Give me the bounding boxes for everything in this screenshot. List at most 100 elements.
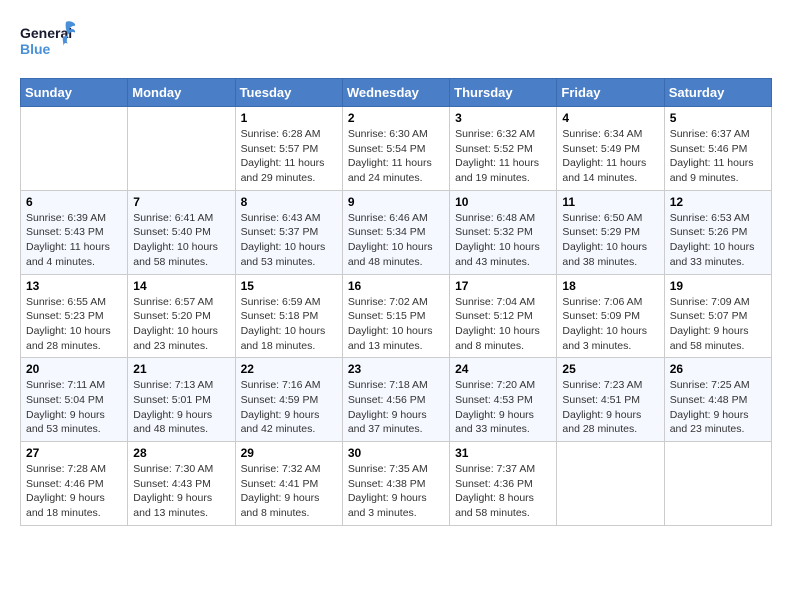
day-number: 29: [241, 446, 337, 460]
day-info: Sunrise: 7:20 AMSunset: 4:53 PMDaylight:…: [455, 378, 551, 437]
logo-bird-icon: General Blue: [20, 20, 75, 68]
calendar-cell: 9 Sunrise: 6:46 AMSunset: 5:34 PMDaylight…: [342, 190, 449, 274]
day-number: 30: [348, 446, 444, 460]
day-number: 21: [133, 362, 229, 376]
day-info: Sunrise: 6:30 AMSunset: 5:54 PMDaylight:…: [348, 127, 444, 186]
calendar-cell: 3 Sunrise: 6:32 AMSunset: 5:52 PMDaylight…: [450, 107, 557, 191]
calendar-cell: 19 Sunrise: 7:09 AMSunset: 5:07 PMDayligh…: [664, 274, 771, 358]
day-info: Sunrise: 7:23 AMSunset: 4:51 PMDaylight:…: [562, 378, 658, 437]
day-info: Sunrise: 7:02 AMSunset: 5:15 PMDaylight:…: [348, 295, 444, 354]
calendar-cell: 29 Sunrise: 7:32 AMSunset: 4:41 PMDayligh…: [235, 442, 342, 526]
day-info: Sunrise: 6:41 AMSunset: 5:40 PMDaylight:…: [133, 211, 229, 270]
day-number: 18: [562, 279, 658, 293]
calendar-cell: 28 Sunrise: 7:30 AMSunset: 4:43 PMDayligh…: [128, 442, 235, 526]
logo-wrapper: General Blue: [20, 20, 75, 68]
day-number: 24: [455, 362, 551, 376]
logo: General Blue: [20, 20, 75, 68]
day-number: 17: [455, 279, 551, 293]
weekday-header: Tuesday: [235, 79, 342, 107]
day-number: 16: [348, 279, 444, 293]
calendar-cell: 23 Sunrise: 7:18 AMSunset: 4:56 PMDayligh…: [342, 358, 449, 442]
calendar-cell: [128, 107, 235, 191]
day-number: 13: [26, 279, 122, 293]
calendar-cell: 2 Sunrise: 6:30 AMSunset: 5:54 PMDaylight…: [342, 107, 449, 191]
day-info: Sunrise: 7:25 AMSunset: 4:48 PMDaylight:…: [670, 378, 766, 437]
calendar-cell: 16 Sunrise: 7:02 AMSunset: 5:15 PMDayligh…: [342, 274, 449, 358]
day-number: 9: [348, 195, 444, 209]
day-number: 28: [133, 446, 229, 460]
day-number: 14: [133, 279, 229, 293]
day-info: Sunrise: 7:18 AMSunset: 4:56 PMDaylight:…: [348, 378, 444, 437]
day-info: Sunrise: 7:16 AMSunset: 4:59 PMDaylight:…: [241, 378, 337, 437]
day-info: Sunrise: 7:30 AMSunset: 4:43 PMDaylight:…: [133, 462, 229, 521]
weekday-header-row: SundayMondayTuesdayWednesdayThursdayFrid…: [21, 79, 772, 107]
day-info: Sunrise: 6:46 AMSunset: 5:34 PMDaylight:…: [348, 211, 444, 270]
calendar-cell: 24 Sunrise: 7:20 AMSunset: 4:53 PMDayligh…: [450, 358, 557, 442]
day-number: 27: [26, 446, 122, 460]
day-number: 23: [348, 362, 444, 376]
day-info: Sunrise: 7:11 AMSunset: 5:04 PMDaylight:…: [26, 378, 122, 437]
day-number: 3: [455, 111, 551, 125]
day-info: Sunrise: 6:48 AMSunset: 5:32 PMDaylight:…: [455, 211, 551, 270]
weekday-header: Thursday: [450, 79, 557, 107]
day-number: 19: [670, 279, 766, 293]
day-info: Sunrise: 6:28 AMSunset: 5:57 PMDaylight:…: [241, 127, 337, 186]
svg-text:Blue: Blue: [20, 41, 51, 57]
day-info: Sunrise: 6:32 AMSunset: 5:52 PMDaylight:…: [455, 127, 551, 186]
calendar-cell: 6 Sunrise: 6:39 AMSunset: 5:43 PMDaylight…: [21, 190, 128, 274]
calendar-cell: [21, 107, 128, 191]
day-info: Sunrise: 7:04 AMSunset: 5:12 PMDaylight:…: [455, 295, 551, 354]
calendar-cell: 20 Sunrise: 7:11 AMSunset: 5:04 PMDayligh…: [21, 358, 128, 442]
day-number: 6: [26, 195, 122, 209]
day-number: 25: [562, 362, 658, 376]
day-info: Sunrise: 6:55 AMSunset: 5:23 PMDaylight:…: [26, 295, 122, 354]
day-info: Sunrise: 6:57 AMSunset: 5:20 PMDaylight:…: [133, 295, 229, 354]
day-number: 12: [670, 195, 766, 209]
day-info: Sunrise: 6:43 AMSunset: 5:37 PMDaylight:…: [241, 211, 337, 270]
day-info: Sunrise: 6:50 AMSunset: 5:29 PMDaylight:…: [562, 211, 658, 270]
day-info: Sunrise: 7:32 AMSunset: 4:41 PMDaylight:…: [241, 462, 337, 521]
day-number: 15: [241, 279, 337, 293]
calendar-cell: 11 Sunrise: 6:50 AMSunset: 5:29 PMDayligh…: [557, 190, 664, 274]
day-info: Sunrise: 6:39 AMSunset: 5:43 PMDaylight:…: [26, 211, 122, 270]
calendar-cell: 5 Sunrise: 6:37 AMSunset: 5:46 PMDaylight…: [664, 107, 771, 191]
calendar-cell: 18Sunrise: 7:06 AMSunset: 5:09 PMDayligh…: [557, 274, 664, 358]
calendar-cell: 10 Sunrise: 6:48 AMSunset: 5:32 PMDayligh…: [450, 190, 557, 274]
calendar-cell: 25 Sunrise: 7:23 AMSunset: 4:51 PMDayligh…: [557, 358, 664, 442]
day-number: 20: [26, 362, 122, 376]
calendar-week-row: 27Sunrise: 7:28 AMSunset: 4:46 PMDayligh…: [21, 442, 772, 526]
calendar-cell: 14 Sunrise: 6:57 AMSunset: 5:20 PMDayligh…: [128, 274, 235, 358]
day-number: 8: [241, 195, 337, 209]
calendar-week-row: 1 Sunrise: 6:28 AMSunset: 5:57 PMDaylight…: [21, 107, 772, 191]
calendar-cell: 8 Sunrise: 6:43 AMSunset: 5:37 PMDaylight…: [235, 190, 342, 274]
weekday-header: Monday: [128, 79, 235, 107]
day-info: Sunrise: 7:13 AMSunset: 5:01 PMDaylight:…: [133, 378, 229, 437]
calendar-cell: [664, 442, 771, 526]
day-number: 1: [241, 111, 337, 125]
day-number: 10: [455, 195, 551, 209]
calendar-cell: 4 Sunrise: 6:34 AMSunset: 5:49 PMDaylight…: [557, 107, 664, 191]
weekday-header: Sunday: [21, 79, 128, 107]
day-info: Sunrise: 7:09 AMSunset: 5:07 PMDaylight:…: [670, 295, 766, 354]
day-info: Sunrise: 6:53 AMSunset: 5:26 PMDaylight:…: [670, 211, 766, 270]
day-number: 5: [670, 111, 766, 125]
calendar-cell: 26Sunrise: 7:25 AMSunset: 4:48 PMDayligh…: [664, 358, 771, 442]
day-info: Sunrise: 6:34 AMSunset: 5:49 PMDaylight:…: [562, 127, 658, 186]
calendar-cell: 31 Sunrise: 7:37 AMSunset: 4:36 PMDayligh…: [450, 442, 557, 526]
calendar-cell: 27Sunrise: 7:28 AMSunset: 4:46 PMDayligh…: [21, 442, 128, 526]
day-number: 2: [348, 111, 444, 125]
day-number: 4: [562, 111, 658, 125]
day-number: 11: [562, 195, 658, 209]
day-info: Sunrise: 6:37 AMSunset: 5:46 PMDaylight:…: [670, 127, 766, 186]
day-number: 31: [455, 446, 551, 460]
weekday-header: Friday: [557, 79, 664, 107]
calendar-week-row: 20 Sunrise: 7:11 AMSunset: 5:04 PMDayligh…: [21, 358, 772, 442]
weekday-header: Saturday: [664, 79, 771, 107]
day-info: Sunrise: 7:35 AMSunset: 4:38 PMDaylight:…: [348, 462, 444, 521]
calendar-cell: 1 Sunrise: 6:28 AMSunset: 5:57 PMDaylight…: [235, 107, 342, 191]
calendar-cell: 30 Sunrise: 7:35 AMSunset: 4:38 PMDayligh…: [342, 442, 449, 526]
calendar-cell: 15Sunrise: 6:59 AMSunset: 5:18 PMDayligh…: [235, 274, 342, 358]
day-info: Sunrise: 7:37 AMSunset: 4:36 PMDaylight:…: [455, 462, 551, 521]
calendar-cell: 7Sunrise: 6:41 AMSunset: 5:40 PMDaylight…: [128, 190, 235, 274]
calendar-cell: 12 Sunrise: 6:53 AMSunset: 5:26 PMDayligh…: [664, 190, 771, 274]
